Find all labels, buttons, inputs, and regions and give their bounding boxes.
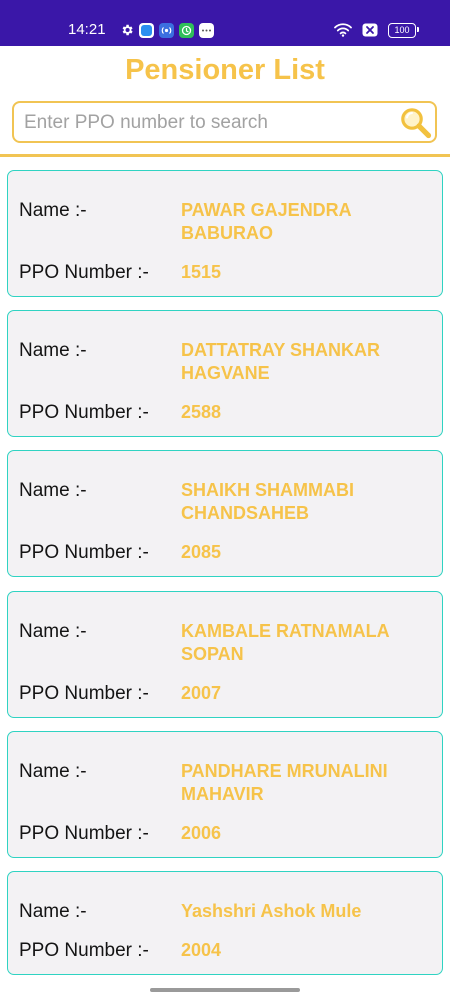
system-icons: 100 — [334, 21, 419, 39]
name-label: Name :- — [19, 901, 87, 922]
pensioner-name-line1: SHAIKH SHAMMABI — [181, 480, 354, 500]
ppo-label: PPO Number :- — [19, 823, 149, 844]
pensioner-name-line2: SOPAN — [181, 644, 244, 664]
ppo-label: PPO Number :- — [19, 542, 149, 563]
search-icon[interactable] — [399, 106, 433, 140]
name-label: Name :- — [19, 621, 87, 642]
header-divider — [0, 154, 450, 157]
status-time: 14:21 — [68, 21, 106, 38]
app-icon-dots — [199, 22, 214, 38]
ppo-number: 2085 — [181, 542, 222, 562]
status-bar: 14:21 100 — [0, 0, 450, 46]
close-box-icon — [362, 23, 378, 37]
ppo-label: PPO Number :- — [19, 940, 149, 961]
pensioner-card[interactable]: Name :- KAMBALE RATNAMALA SOPAN PPO Numb… — [7, 591, 443, 718]
pensioner-name-line1: KAMBALE RATNAMALA — [181, 621, 390, 641]
pensioner-name-line2: BABURAO — [181, 223, 273, 243]
ppo-label: PPO Number :- — [19, 402, 149, 423]
ppo-number: 2588 — [181, 402, 222, 422]
wifi-icon — [334, 23, 352, 37]
pensioner-name-line1: Yashshri Ashok Mule — [181, 901, 362, 921]
battery-icon: 100 — [388, 22, 419, 38]
ppo-number: 2006 — [181, 823, 222, 843]
ppo-label: PPO Number :- — [19, 683, 149, 704]
name-label: Name :- — [19, 761, 87, 782]
page-title: Pensioner List — [125, 54, 325, 86]
home-indicator[interactable] — [150, 988, 300, 992]
ppo-label: PPO Number :- — [19, 262, 149, 283]
app-icon-green — [179, 22, 194, 38]
pensioner-card[interactable]: Name :- PANDHARE MRUNALINI MAHAVIR PPO N… — [7, 731, 443, 858]
name-label: Name :- — [19, 340, 87, 361]
pensioner-card[interactable]: Name :- SHAIKH SHAMMABI CHANDSAHEB PPO N… — [7, 450, 443, 577]
app-icon-radio — [159, 22, 174, 38]
search-box[interactable] — [12, 101, 437, 143]
pensioner-name-line2: MAHAVIR — [181, 784, 264, 804]
ppo-number: 2004 — [181, 940, 222, 960]
gear-icon — [122, 24, 133, 36]
pensioner-name-line1: DATTATRAY SHANKAR — [181, 340, 381, 360]
pensioner-name-line1: PAWAR GAJENDRA — [181, 200, 352, 220]
ppo-number: 1515 — [181, 262, 222, 282]
ppo-number: 2007 — [181, 683, 222, 703]
name-label: Name :- — [19, 200, 87, 221]
pensioner-card[interactable]: Name :- Yashshri Ashok Mule PPO Number :… — [7, 871, 443, 975]
pensioner-name-line2: CHANDSAHEB — [181, 503, 310, 523]
app-screen: 14:21 100 Pensioner List Enter PPO numbe… — [0, 0, 450, 1000]
pensioner-name-line2: HAGVANE — [181, 363, 270, 383]
pensioner-name-line1: PANDHARE MRUNALINI — [181, 761, 388, 781]
search-input[interactable] — [24, 109, 384, 137]
pensioner-card[interactable]: Name :- PAWAR GAJENDRA BABURAO PPO Numbe… — [7, 170, 443, 297]
notification-icons — [120, 21, 214, 39]
pensioner-card[interactable]: Name :- DATTATRAY SHANKAR HAGVANE PPO Nu… — [7, 310, 443, 437]
app-icon-blue — [139, 22, 154, 38]
name-label: Name :- — [19, 480, 87, 501]
